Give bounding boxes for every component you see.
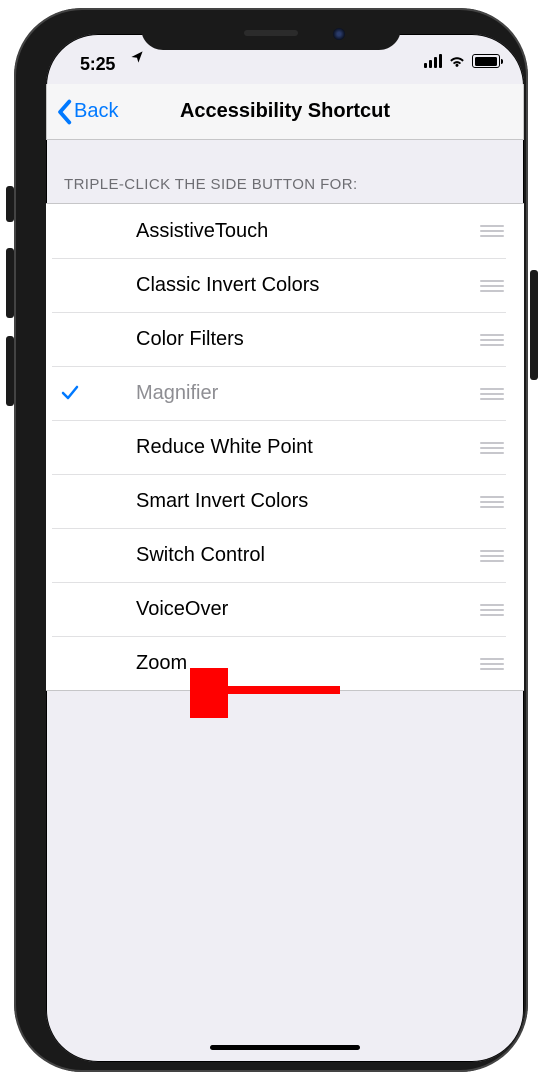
drag-handle-icon[interactable]: [480, 225, 506, 237]
drag-handle-icon[interactable]: [480, 496, 506, 508]
row-label: Zoom: [94, 652, 187, 675]
list-row-reduce-white-point[interactable]: Reduce White Point: [46, 420, 524, 474]
drag-handle-icon[interactable]: [480, 388, 506, 400]
row-label: Magnifier: [94, 382, 218, 405]
side-power-button: [530, 270, 538, 380]
list-row-smart-invert-colors[interactable]: Smart Invert Colors: [46, 474, 524, 528]
chevron-left-icon: [56, 99, 72, 125]
volume-down-button: [6, 336, 14, 406]
back-button[interactable]: Back: [56, 84, 118, 139]
list-row-zoom[interactable]: Zoom: [46, 636, 524, 690]
list-row-color-filters[interactable]: Color Filters: [46, 312, 524, 366]
drag-handle-icon[interactable]: [480, 604, 506, 616]
speaker-grille: [244, 30, 298, 36]
drag-handle-icon[interactable]: [480, 658, 506, 670]
front-camera: [333, 28, 345, 40]
wifi-icon: [448, 54, 466, 68]
location-icon: [130, 50, 144, 69]
drag-handle-icon[interactable]: [480, 334, 506, 346]
phone-chassis: 5:25 Back: [14, 8, 528, 1072]
drag-handle-icon[interactable]: [480, 442, 506, 454]
row-label: VoiceOver: [94, 598, 228, 621]
list-row-assistivetouch[interactable]: AssistiveTouch: [46, 204, 524, 258]
notch: [141, 16, 401, 50]
row-label: AssistiveTouch: [94, 220, 268, 243]
mute-switch: [6, 186, 14, 222]
cellular-signal-icon: [424, 54, 442, 68]
shortcut-list: AssistiveTouch Classic Invert Colors Col…: [46, 203, 524, 691]
list-row-switch-control[interactable]: Switch Control: [46, 528, 524, 582]
row-label: Reduce White Point: [94, 436, 313, 459]
section-header: TRIPLE-CLICK THE SIDE BUTTON FOR:: [46, 140, 524, 203]
back-label: Back: [74, 100, 118, 123]
battery-icon: [472, 54, 500, 68]
status-time: 5:25: [80, 54, 115, 75]
row-label: Color Filters: [94, 328, 244, 351]
drag-handle-icon[interactable]: [480, 280, 506, 292]
row-label: Classic Invert Colors: [94, 274, 319, 297]
volume-up-button: [6, 248, 14, 318]
drag-handle-icon[interactable]: [480, 550, 506, 562]
list-row-voiceover[interactable]: VoiceOver: [46, 582, 524, 636]
list-row-classic-invert-colors[interactable]: Classic Invert Colors: [46, 258, 524, 312]
list-row-magnifier[interactable]: Magnifier: [46, 366, 524, 420]
home-indicator[interactable]: [210, 1045, 360, 1050]
page-title: Accessibility Shortcut: [180, 100, 390, 123]
navigation-bar: Back Accessibility Shortcut: [46, 84, 524, 140]
screen: 5:25 Back: [46, 34, 524, 1062]
row-label: Smart Invert Colors: [94, 490, 308, 513]
row-label: Switch Control: [94, 544, 265, 567]
